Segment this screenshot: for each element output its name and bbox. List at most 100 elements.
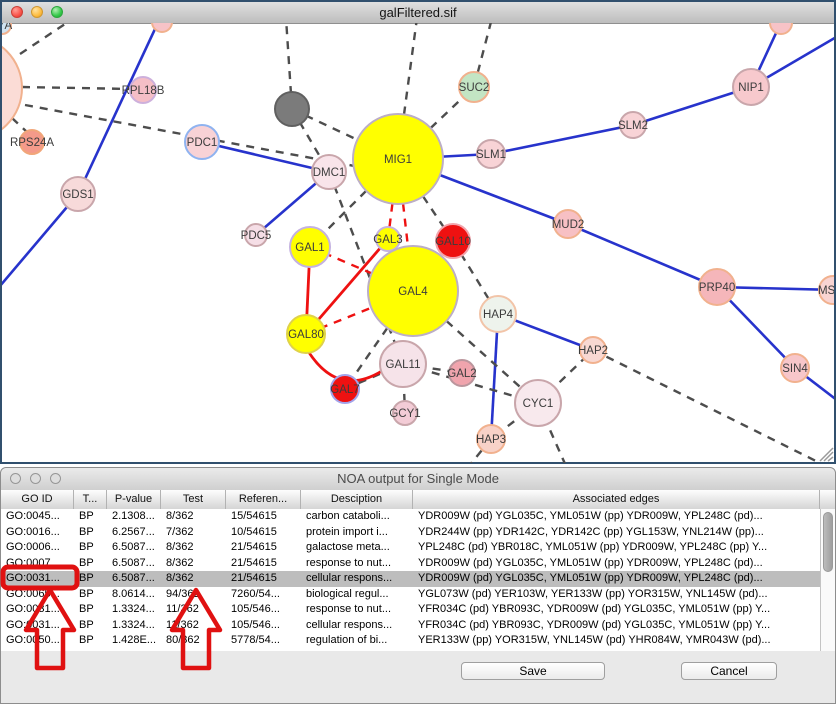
cell: 6.5087... <box>107 571 161 587</box>
table-row[interactable]: GO:0045...BP2.1308...8/36215/54615carbon… <box>1 509 820 525</box>
cell: GO:0050... <box>1 633 74 649</box>
close-button-icon[interactable] <box>11 6 23 18</box>
node-label: GAL1 <box>295 242 324 254</box>
network-window-titlebar[interactable]: galFiltered.sif <box>2 2 834 24</box>
edge-dash <box>20 23 68 54</box>
vertical-scrollbar[interactable] <box>820 509 835 651</box>
column-header-associated-edges[interactable]: Associated edges <box>413 490 820 509</box>
cell: BP <box>74 509 107 525</box>
cell: BP <box>74 587 107 603</box>
node-label: GAL10 <box>435 236 471 248</box>
column-header-referen[interactable]: Referen... <box>226 490 301 509</box>
cell: GO:0031... <box>1 602 74 618</box>
cell: GO:0016... <box>1 525 74 541</box>
cell: 7/362 <box>161 525 226 541</box>
cell: regulation of bi... <box>301 633 413 649</box>
cell: YDR244W (pp) YDR142C, YDR142C (pp) YGL15… <box>413 525 820 541</box>
cell: BP <box>74 571 107 587</box>
noa-window: NOA output for Single Mode GO IDT...P-va… <box>0 467 836 704</box>
cell: 8/362 <box>161 556 226 572</box>
node-label: HAP2 <box>578 345 608 357</box>
cell: protein import i... <box>301 525 413 541</box>
inactive-minimize-icon[interactable] <box>30 473 41 484</box>
cell: GO:0045... <box>1 509 74 525</box>
table-row[interactable]: GO:0065...BP8.0614...94/3627260/54...bio… <box>1 587 820 603</box>
minimize-button-icon[interactable] <box>31 6 43 18</box>
cancel-button[interactable]: Cancel <box>681 662 777 680</box>
node-label: RPS24A <box>10 137 54 149</box>
cell: 7260/54... <box>226 587 301 603</box>
table-row[interactable]: GO:0006...BP6.5087...8/36221/54615galact… <box>1 540 820 556</box>
node-unlabeled[interactable] <box>2 36 22 140</box>
cell: BP <box>74 540 107 556</box>
edge-dash <box>22 87 132 89</box>
cell: 10/54615 <box>226 525 301 541</box>
cell: cellular respons... <box>301 618 413 634</box>
cell: YDR009W (pd) YGL035C, YML051W (pp) YDR00… <box>413 571 820 587</box>
cell: YGL073W (pd) YER103W, YER133W (pp) YOR31… <box>413 587 820 603</box>
inactive-close-icon[interactable] <box>10 473 21 484</box>
cell: 94/362 <box>161 587 226 603</box>
cell: 105/546... <box>226 602 301 618</box>
table-row[interactable]: GO:0031...BP6.5087...8/36221/54615cellul… <box>1 571 820 587</box>
cell: 11/362 <box>161 618 226 634</box>
table-row[interactable]: GO:0031...BP1.3324...11/362105/546...cel… <box>1 618 820 634</box>
edge-pp <box>568 224 717 287</box>
column-header-t[interactable]: T... <box>74 490 107 509</box>
table-row[interactable]: GO:0007...BP6.5087...8/36221/54615respon… <box>1 556 820 572</box>
table-row[interactable]: GO:0016...BP6.2567...7/36210/54615protei… <box>1 525 820 541</box>
cell: BP <box>74 633 107 649</box>
node-label: HAP4 <box>483 309 514 321</box>
node-label: NIP1 <box>738 82 764 94</box>
cell: 80/362 <box>161 633 226 649</box>
cell: biological regul... <box>301 587 413 603</box>
cell: YPL248C (pd) YBR018C, YML051W (pp) YDR00… <box>413 540 820 556</box>
cell: GO:0007... <box>1 556 74 572</box>
column-header-desciption[interactable]: Desciption <box>301 490 413 509</box>
save-button[interactable]: Save <box>461 662 605 680</box>
node-label: PRP40 <box>699 282 735 294</box>
node-label: MSL1 <box>818 285 834 297</box>
network-canvas[interactable]: 17ARPL18BRPS24AGDS1PDC1DMC1MIG1SUC2SLM1S… <box>2 23 834 463</box>
node-unlabeled[interactable] <box>770 23 792 34</box>
column-header-p-value[interactable]: P-value <box>107 490 161 509</box>
scrollbar-thumb[interactable] <box>823 512 833 572</box>
column-header-spacer <box>820 490 835 509</box>
inactive-zoom-icon[interactable] <box>50 473 61 484</box>
cell: 5778/54... <box>226 633 301 649</box>
cell: GO:0006... <box>1 540 74 556</box>
cell: 8.0614... <box>107 587 161 603</box>
resize-grip-icon[interactable] <box>828 457 833 461</box>
cell: 15/54615 <box>226 509 301 525</box>
cell: 21/54615 <box>226 540 301 556</box>
node-label: GAL4 <box>398 286 428 298</box>
node-unlabeled[interactable] <box>275 92 309 126</box>
column-header-test[interactable]: Test <box>161 490 226 509</box>
table-row[interactable]: GO:0031...BP1.3324...11/362105/546...res… <box>1 602 820 618</box>
node-label: HAP3 <box>476 434 506 446</box>
node-label: PDC1 <box>187 137 218 149</box>
node-label: DMC1 <box>313 167 346 179</box>
noa-window-titlebar[interactable]: NOA output for Single Mode <box>1 468 835 491</box>
table-header: GO IDT...P-valueTestReferen...Desciption… <box>1 490 835 510</box>
edge-pp <box>491 125 633 154</box>
cell: BP <box>74 618 107 634</box>
node-label: GAL3 <box>373 234 402 246</box>
node-label: 17A <box>2 23 13 32</box>
node-label: SIN4 <box>782 363 808 375</box>
node-label: CYC1 <box>523 398 554 410</box>
cell: 2.1308... <box>107 509 161 525</box>
table-row[interactable]: GO:0050...BP1.428E...80/3625778/54...reg… <box>1 633 820 649</box>
node-label: GAL80 <box>288 329 324 341</box>
column-header-go-id[interactable]: GO ID <box>1 490 74 509</box>
cell: response to nut... <box>301 602 413 618</box>
cell: BP <box>74 602 107 618</box>
node-label: GDS1 <box>62 189 93 201</box>
cell: GO:0031... <box>1 618 74 634</box>
node-label: SLM2 <box>618 120 648 132</box>
cell: 21/54615 <box>226 571 301 587</box>
zoom-button-icon[interactable] <box>51 6 63 18</box>
node-label: PDC5 <box>241 230 272 242</box>
node-label: MIG1 <box>384 154 412 166</box>
cell: YDR009W (pd) YGL035C, YML051W (pp) YDR00… <box>413 556 820 572</box>
